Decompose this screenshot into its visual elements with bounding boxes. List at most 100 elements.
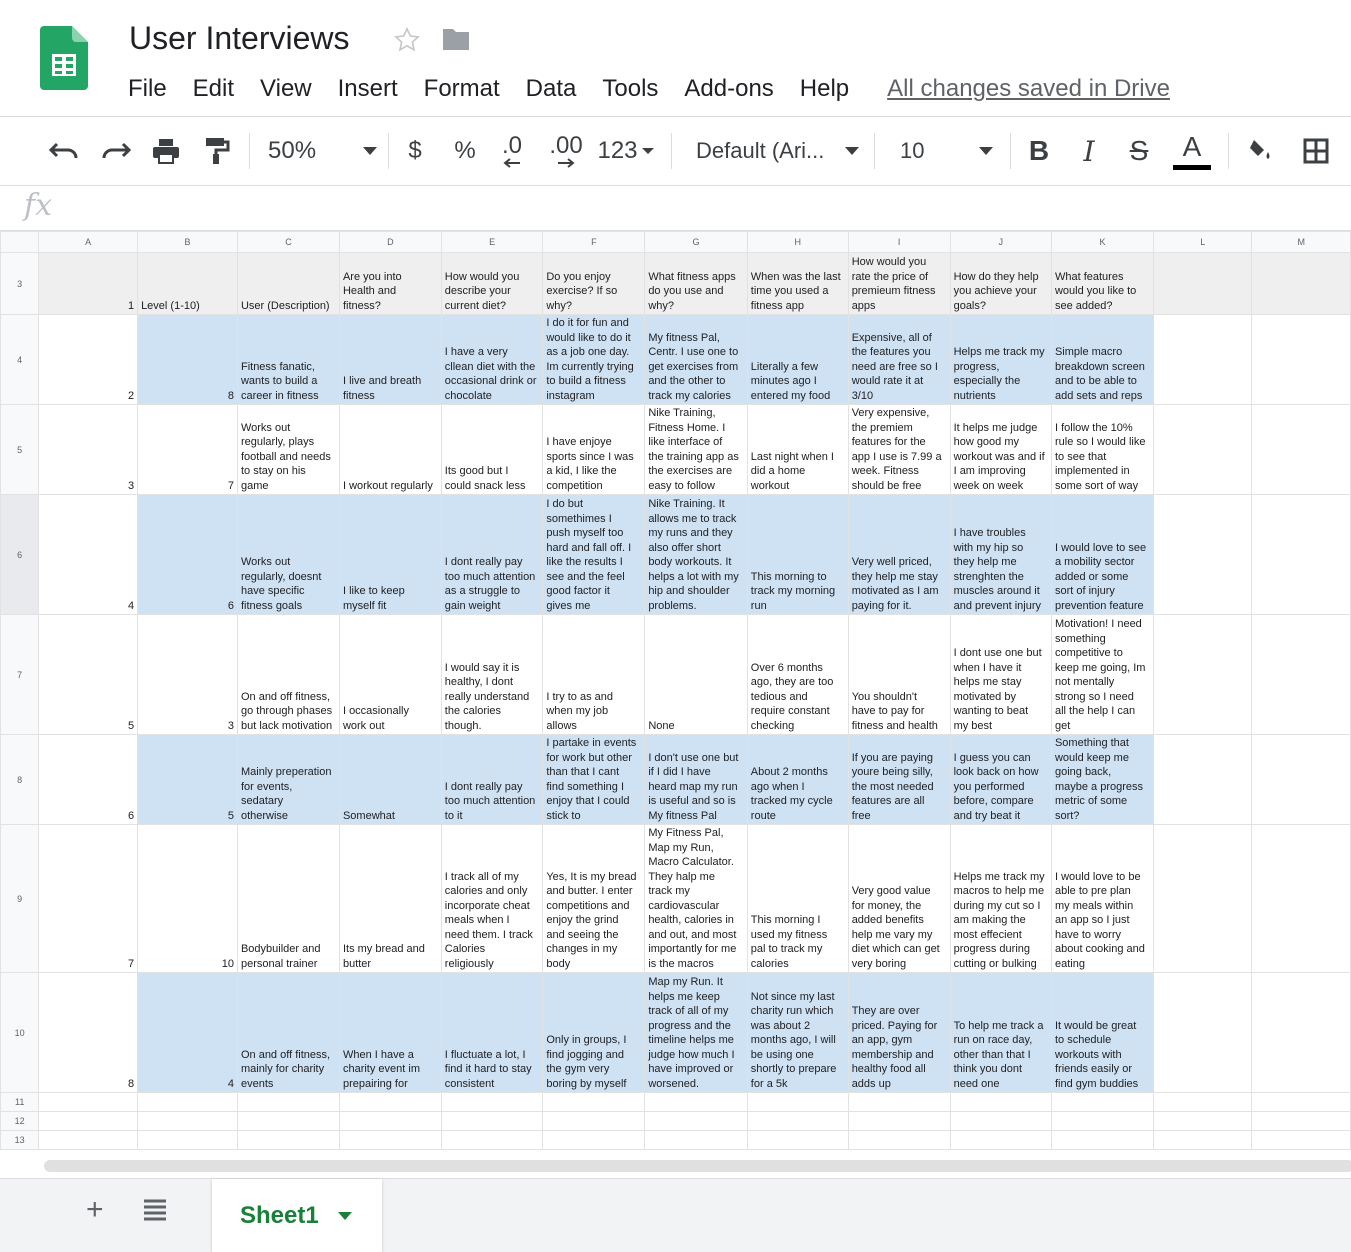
grid-cell[interactable]: What fitness apps do you use and why? [644, 252, 748, 315]
row-header[interactable]: 7 [0, 614, 40, 735]
menu-insert[interactable]: Insert [338, 75, 398, 103]
grid-cell[interactable] [1251, 972, 1351, 1093]
redo-button[interactable] [96, 117, 136, 185]
grid-cell[interactable]: It would be great to schedule workouts w… [1050, 972, 1155, 1093]
column-header[interactable]: H [746, 231, 849, 253]
grid-cell[interactable]: 3 [137, 614, 238, 735]
grid-cell[interactable] [847, 1111, 951, 1131]
currency-format-button[interactable]: $ [400, 117, 430, 185]
grid-cell[interactable] [1050, 1092, 1155, 1112]
grid-cell[interactable] [1251, 314, 1351, 405]
grid-cell[interactable] [137, 1111, 238, 1131]
sheet-tab-sheet1[interactable]: Sheet1 [212, 1179, 382, 1252]
grid-cell[interactable]: Last night when I did a home workout [746, 404, 849, 495]
paint-format-button[interactable] [196, 117, 236, 185]
strikethrough-button[interactable]: S [1124, 117, 1154, 185]
grid-cell[interactable] [1152, 1130, 1253, 1150]
grid-cell[interactable]: To help me track a run on race day, othe… [949, 972, 1052, 1093]
grid-cell[interactable]: Level (1-10) [137, 252, 238, 315]
grid-cell[interactable]: Something that would keep me going back,… [1050, 734, 1155, 825]
menu-format[interactable]: Format [424, 75, 500, 103]
grid-cell[interactable]: Not since my last charity run which was … [746, 972, 849, 1093]
grid-cell[interactable] [1152, 614, 1253, 735]
grid-cell[interactable]: This morning to track my morning run [746, 494, 849, 615]
font-family-select[interactable]: Default (Ari... [696, 117, 860, 185]
grid-cell[interactable]: I do but somethimes I push myself too ha… [542, 494, 646, 615]
grid-cell[interactable]: Helps me track my macros to help me duri… [949, 824, 1052, 973]
grid-cell[interactable]: Its good but I could snack less [440, 404, 544, 495]
grid-cell[interactable] [542, 1092, 646, 1112]
grid-cell[interactable] [236, 1111, 340, 1131]
grid-cell[interactable]: I dont use one but when I have it helps … [949, 614, 1052, 735]
save-status-link[interactable]: All changes saved in Drive [887, 75, 1170, 103]
grid-cell[interactable] [137, 1092, 238, 1112]
italic-button[interactable]: I [1074, 117, 1104, 185]
grid-cell[interactable] [1152, 1092, 1253, 1112]
grid-cell[interactable]: I follow the 10% rule so I would like to… [1050, 404, 1155, 495]
grid-cell[interactable] [644, 1111, 748, 1131]
undo-button[interactable] [44, 117, 84, 185]
menu-tools[interactable]: Tools [602, 75, 658, 103]
grid-cell[interactable]: Very expensive, the premiem features for… [847, 404, 951, 495]
row-header[interactable]: 3 [0, 252, 40, 315]
grid-cell[interactable] [236, 1130, 340, 1150]
grid-cell[interactable]: This morning I used my fitness pal to tr… [746, 824, 849, 973]
grid-cell[interactable]: Are you into Health and fitness? [338, 252, 442, 315]
grid-cell[interactable] [1251, 614, 1351, 735]
grid-cell[interactable] [644, 1092, 748, 1112]
grid-cell[interactable]: 10 [137, 824, 238, 973]
grid-cell[interactable] [746, 1111, 849, 1131]
grid-cell[interactable] [1251, 494, 1351, 615]
grid-cell[interactable]: About 2 months ago when I tracked my cyc… [746, 734, 849, 825]
column-header[interactable]: D [338, 231, 442, 253]
grid-cell[interactable]: I do it for fun and would like to do it … [542, 314, 646, 405]
grid-cell[interactable] [746, 1130, 849, 1150]
grid-cell[interactable]: When was the last time you used a fitnes… [746, 252, 849, 315]
row-header[interactable]: 8 [0, 734, 40, 825]
grid-cell[interactable]: I track all of my calories and only inco… [440, 824, 544, 973]
borders-button[interactable] [1298, 117, 1334, 185]
grid-cell[interactable]: Map my Run. It helps me keep track of al… [644, 972, 748, 1093]
grid-cell[interactable]: When I have a charity event im prepairin… [338, 972, 442, 1093]
grid-cell[interactable] [440, 1111, 544, 1131]
grid-cell[interactable]: I have troubles with my hip so they help… [949, 494, 1052, 615]
grid-cell[interactable] [644, 1130, 748, 1150]
grid-cell[interactable]: I fluctuate a lot, I find it hard to sta… [440, 972, 544, 1093]
grid-cell[interactable] [1251, 1092, 1351, 1112]
grid-cell[interactable]: How would you describe your current diet… [440, 252, 544, 315]
grid-cell[interactable]: I guess you can look back on how you per… [949, 734, 1052, 825]
grid-cell[interactable]: How do they help you achieve your goals? [949, 252, 1052, 315]
menu-add-ons[interactable]: Add-ons [684, 75, 773, 103]
grid-cell[interactable]: Somewhat [338, 734, 442, 825]
grid-cell[interactable]: Literally a few minutes ago I entered my… [746, 314, 849, 405]
column-header[interactable]: B [137, 231, 238, 253]
grid-cell[interactable]: 1 [38, 252, 139, 315]
more-formats-select[interactable]: 123 [596, 117, 656, 185]
grid-cell[interactable]: Works out regularly, doesnt have specifi… [236, 494, 340, 615]
grid-cell[interactable] [137, 1130, 238, 1150]
menu-file[interactable]: File [128, 75, 167, 103]
grid-cell[interactable]: I occasionally work out [338, 614, 442, 735]
grid-cell[interactable] [1251, 734, 1351, 825]
grid-cell[interactable]: Bodybuilder and personal trainer [236, 824, 340, 973]
grid-cell[interactable]: Very good value for money, the added ben… [847, 824, 951, 973]
row-header[interactable]: 9 [0, 824, 40, 973]
grid-cell[interactable] [1152, 494, 1253, 615]
row-header[interactable]: 10 [0, 972, 40, 1093]
grid-cell[interactable]: Nike Training, Fitness Home. I like inte… [644, 404, 748, 495]
grid-cell[interactable]: I partake in events for work but other t… [542, 734, 646, 825]
row-header[interactable]: 4 [0, 314, 40, 405]
formula-input[interactable] [80, 186, 1340, 230]
row-header[interactable]: 11 [0, 1092, 40, 1112]
chevron-down-icon[interactable] [337, 1211, 353, 1221]
grid-cell[interactable]: 7 [38, 824, 139, 973]
menu-help[interactable]: Help [800, 75, 849, 103]
grid-cell[interactable]: Only in groups, I find jogging and the g… [542, 972, 646, 1093]
decrease-decimal-button[interactable]: .0 [494, 117, 530, 185]
grid-cell[interactable]: They are over priced. Paying for an app,… [847, 972, 951, 1093]
grid-cell[interactable] [1152, 1111, 1253, 1131]
google-sheets-logo-icon[interactable] [40, 26, 88, 90]
grid-cell[interactable] [440, 1092, 544, 1112]
row-header[interactable]: 6 [0, 494, 40, 615]
font-size-select[interactable]: 10 [900, 117, 994, 185]
